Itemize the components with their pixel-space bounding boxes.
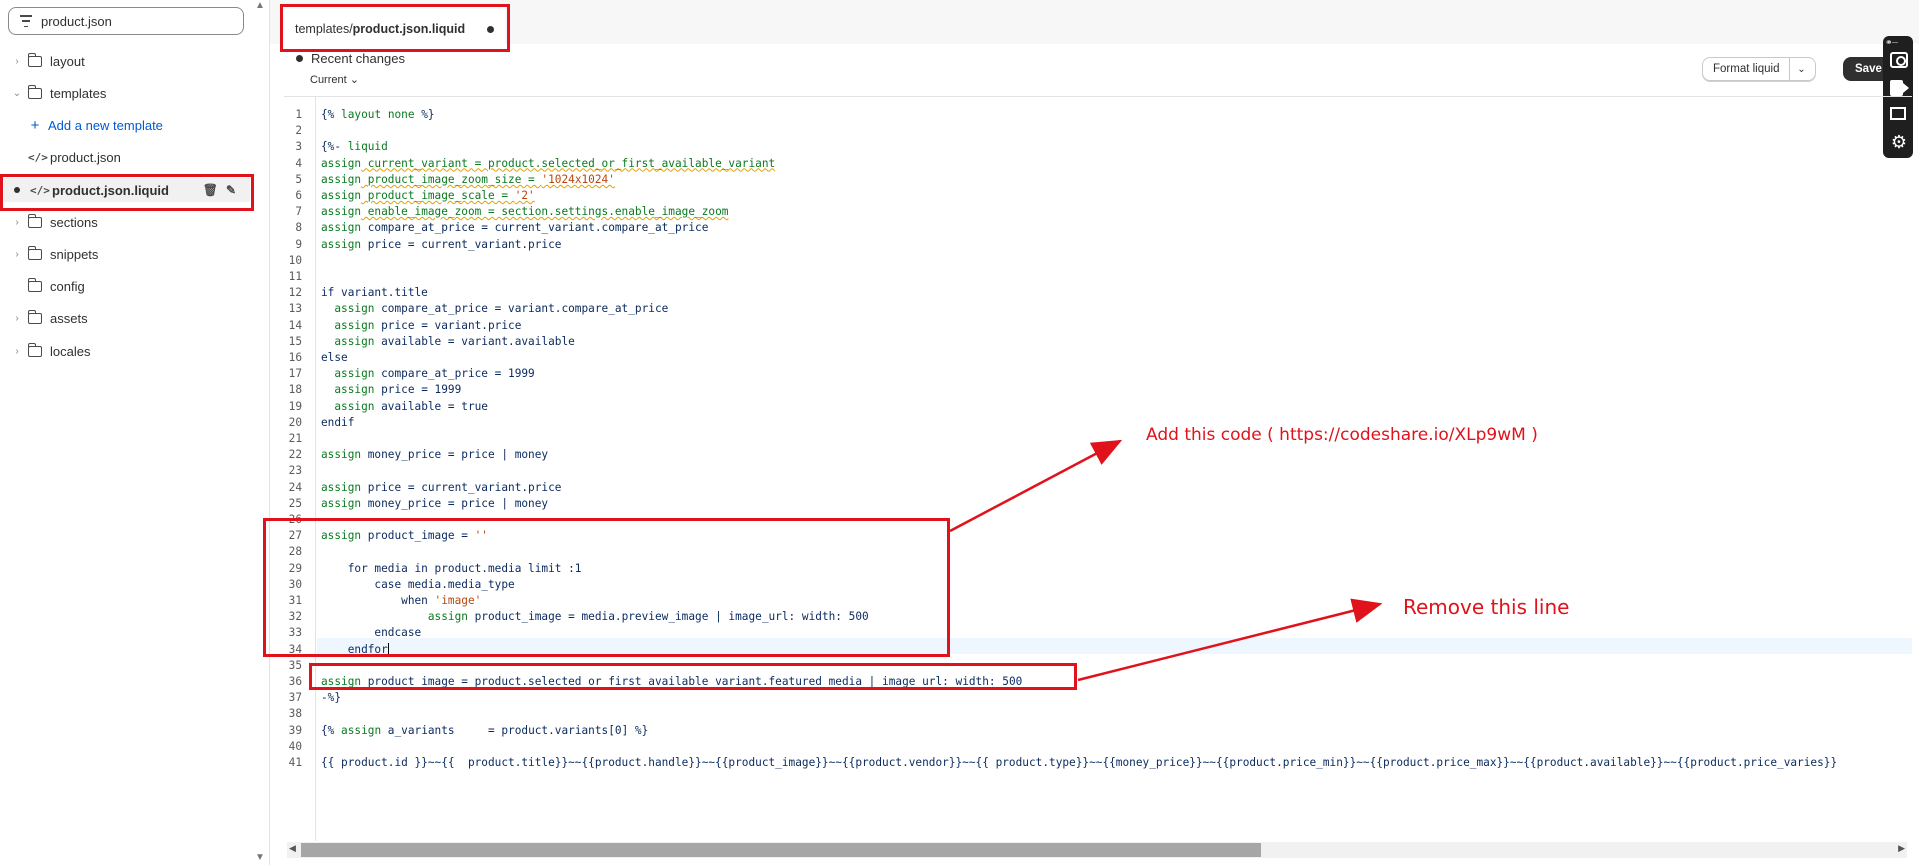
arrow-remove [1077,598,1383,682]
annotation-remove-line: Remove this line [1403,595,1570,619]
annotation-arrows [949,439,1383,682]
annotation-add-code: Add this code ( https://codeshare.io/XLp… [1146,425,1538,445]
arrow-add [949,439,1123,533]
